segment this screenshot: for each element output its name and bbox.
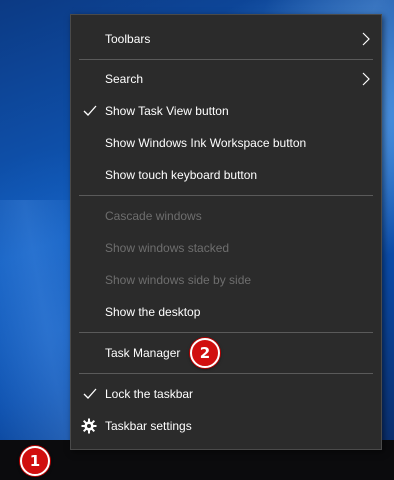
- checkmark-icon: [83, 388, 97, 399]
- menu-separator: [79, 195, 373, 196]
- menu-item-show-touch-keyboard[interactable]: Show touch keyboard button: [71, 160, 381, 190]
- menu-item-label: Taskbar settings: [105, 419, 192, 433]
- menu-item-label: Show the desktop: [105, 305, 201, 319]
- menu-item-label: Show Task View button: [105, 104, 229, 118]
- menu-item-search[interactable]: Search: [71, 64, 381, 94]
- menu-item-label: Show windows side by side: [105, 273, 252, 287]
- menu-item-label: Cascade windows: [105, 209, 202, 223]
- chevron-right-icon: [362, 32, 370, 46]
- menu-item-lock-taskbar[interactable]: Lock the taskbar: [71, 379, 381, 409]
- menu-item-label: Show touch keyboard button: [105, 168, 258, 182]
- menu-item-label: Show Windows Ink Workspace button: [105, 136, 307, 150]
- menu-item-cascade-windows: Cascade windows: [71, 201, 381, 231]
- menu-item-label: Search: [105, 72, 144, 86]
- menu-item-show-windows-stacked: Show windows stacked: [71, 233, 381, 263]
- checkmark-icon: [83, 105, 97, 116]
- annotation-badge-task-manager: 2: [190, 338, 220, 368]
- menu-item-label: Toolbars: [105, 32, 151, 46]
- menu-item-taskbar-settings[interactable]: Taskbar settings: [71, 411, 381, 441]
- menu-item-label: Show windows stacked: [105, 241, 230, 255]
- menu-separator: [79, 373, 373, 374]
- menu-separator: [79, 59, 373, 60]
- menu-item-task-manager[interactable]: Task Manager: [71, 338, 381, 368]
- taskbar-context-menu: Toolbars Search Show Task View button Sh…: [70, 14, 382, 450]
- chevron-right-icon: [362, 72, 370, 86]
- menu-item-show-windows-side-by-side: Show windows side by side: [71, 265, 381, 295]
- menu-item-show-ink-workspace[interactable]: Show Windows Ink Workspace button: [71, 128, 381, 158]
- menu-separator: [79, 332, 373, 333]
- menu-item-show-task-view[interactable]: Show Task View button: [71, 96, 381, 126]
- menu-item-label: Task Manager: [105, 346, 181, 360]
- annotation-badge-taskbar: 1: [20, 446, 50, 476]
- menu-item-toolbars[interactable]: Toolbars: [71, 24, 381, 54]
- menu-item-label: Lock the taskbar: [105, 387, 194, 401]
- menu-item-show-desktop[interactable]: Show the desktop: [71, 297, 381, 327]
- gear-icon: [81, 418, 97, 434]
